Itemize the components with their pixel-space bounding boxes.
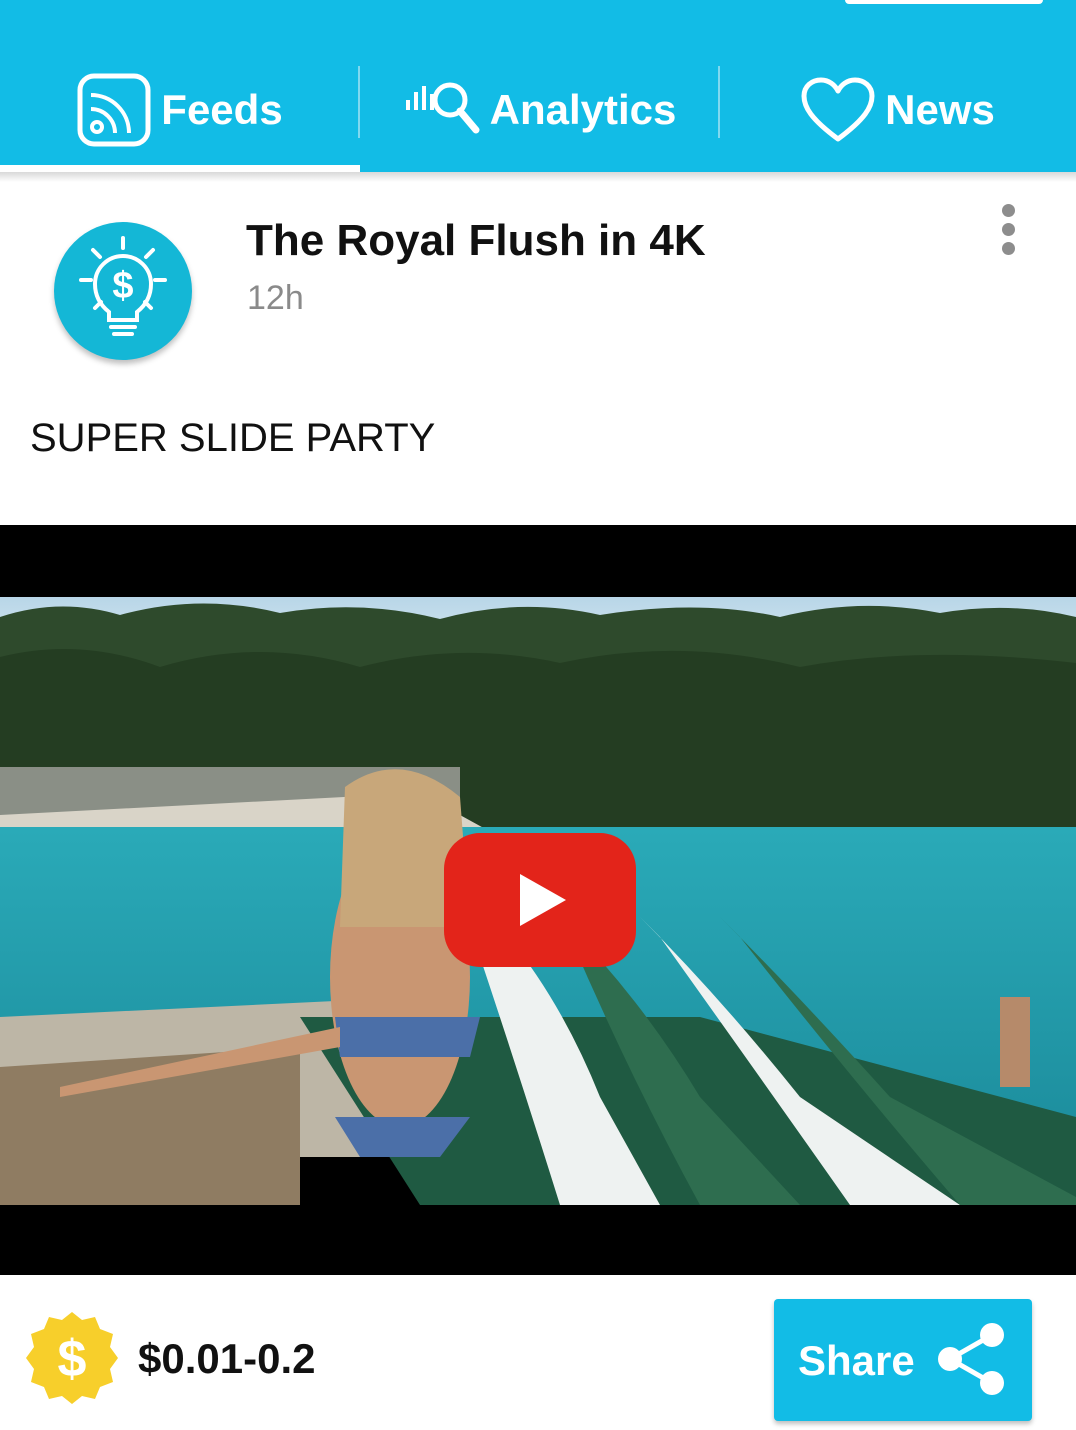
tab-feeds-label: Feeds — [161, 86, 283, 133]
dollar-lightbulb-icon: $ — [73, 234, 173, 349]
svg-text:$: $ — [58, 1330, 87, 1388]
svg-text:$: $ — [112, 265, 133, 307]
share-icon — [938, 1323, 1004, 1395]
post-avatar[interactable]: $ — [54, 222, 192, 360]
status-pill — [845, 0, 1043, 4]
rss-feed-icon — [77, 73, 151, 147]
top-tab-bar: Feeds Analytics News — [0, 0, 1076, 173]
post-text: SUPER SLIDE PARTY — [30, 416, 436, 460]
tab-feeds[interactable]: Feeds — [0, 62, 360, 158]
more-options-icon[interactable] — [990, 200, 1026, 260]
youtube-play-icon[interactable] — [444, 833, 636, 967]
post-title: The Royal Flush in 4K — [246, 216, 706, 265]
tab-bar-shadow — [0, 172, 1076, 182]
tab-news[interactable]: News — [720, 62, 1076, 158]
share-button-label: Share — [798, 1337, 915, 1384]
heart-icon — [801, 77, 875, 143]
post-footer: $ $0.01-0.2 Share — [0, 1275, 1076, 1430]
video-player[interactable] — [0, 525, 1076, 1275]
tab-news-label: News — [885, 86, 995, 133]
dollar-coin-icon: $ — [24, 1310, 120, 1406]
share-button[interactable]: Share — [774, 1299, 1032, 1421]
tab-analytics-label: Analytics — [489, 86, 677, 133]
reward-price: $0.01-0.2 — [138, 1335, 316, 1382]
post-timestamp: 12h — [247, 279, 304, 317]
analytics-search-icon — [404, 78, 480, 142]
tab-analytics[interactable]: Analytics — [360, 62, 720, 158]
